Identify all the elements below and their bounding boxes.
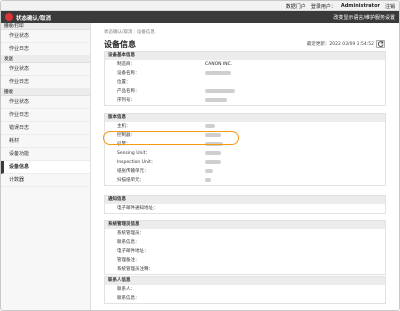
row-label: 制造商： [117, 62, 135, 67]
sidebar-item-error-log[interactable]: 错误日志 [1, 122, 90, 135]
sidebar-item-send-job-log[interactable]: 作业日志 [1, 76, 90, 89]
row-label: 纸张传输单元： [117, 169, 149, 174]
sidebar-item-device-info[interactable]: 设备信息 [1, 161, 90, 174]
panel-title: 系统管理员信息 [105, 221, 385, 229]
app-title: 状态确认/取消 [16, 16, 52, 22]
row-label: 联系人： [117, 287, 135, 292]
info-row: 纸张传输单元： [105, 167, 385, 176]
panel-device-basic-info: 设备基本信息 制造商： CANON INC. 设备名称： 位置： 产品名称： 序… [104, 51, 386, 106]
header-bar: 状态确认/取消 改变显示语言/维护服务设置 [1, 11, 399, 23]
row-label: 设备名称： [117, 71, 140, 76]
row-label: 电子邮件通知地址： [117, 206, 158, 211]
language-link[interactable]: 改变显示语言/维护服务设置 [333, 14, 395, 21]
info-row: 主机： [105, 122, 385, 131]
sidebar-item-receive-job-status[interactable]: 作业状态 [1, 96, 90, 109]
info-row: 联系信息： [105, 238, 385, 247]
row-value: CANON INC. [205, 62, 233, 67]
page-title: 设备信息 [104, 40, 136, 49]
row-value-redacted [205, 149, 221, 158]
row-label: 位置： [117, 80, 131, 85]
controller-highlight-ring [103, 131, 239, 145]
brand-logo-icon [5, 13, 13, 21]
refresh-button[interactable] [376, 40, 385, 48]
row-label: Sensing Unit： [117, 151, 150, 156]
sidebar-item-print-job-log[interactable]: 作业日志 [1, 43, 90, 56]
panel-title: 联系人信息 [105, 277, 385, 285]
info-row: 系统管理员注释： [105, 265, 385, 274]
row-label: Inspection Unit： [117, 160, 156, 165]
row-label: 系统管理员注释： [117, 267, 153, 272]
row-value-redacted [205, 176, 211, 185]
row-value-redacted [205, 167, 213, 176]
top-bar: 数据门户 登录用户： Administrator 注销 [1, 1, 399, 11]
refresh-icon [377, 41, 383, 47]
sidebar-item-device-features[interactable]: 设备功能 [1, 148, 90, 161]
row-value-redacted [205, 96, 227, 105]
row-value-redacted [205, 122, 215, 131]
row-value-redacted [205, 87, 235, 96]
row-value-redacted [205, 158, 221, 167]
sidebar-item-print-job-status[interactable]: 作业状态 [1, 30, 90, 43]
panel-contact-info: 联系人信息 联系人： 联系信息： [104, 276, 386, 304]
info-row: 管理备注： [105, 256, 385, 265]
panel-version-info: 版本信息 主机： 控制器： 引擎： Sensing Unit： Inspecti… [104, 113, 386, 186]
row-label: 管理备注： [117, 258, 140, 263]
panel-title: 设备基本信息 [105, 52, 385, 60]
app-window: 数据门户 登录用户： Administrator 注销 状态确认/取消 改变显示… [0, 0, 400, 311]
row-label: 联系信息： [117, 240, 140, 245]
info-row: 系统管理员： [105, 229, 385, 238]
row-label: 主机： [117, 124, 131, 129]
portal-link[interactable]: 数据门户 [286, 3, 306, 10]
info-row: 电子邮件地址： [105, 247, 385, 256]
last-updated-text: 最近更新：2022 03/09 1:54:52 [306, 42, 374, 47]
info-row: Inspection Unit： [105, 158, 385, 167]
row-label: 系统管理员： [117, 231, 144, 236]
panel-title: 版本信息 [105, 114, 385, 122]
breadcrumb: 状态确认/取消 : 设备信息 [104, 30, 155, 35]
info-row: 扫描纸单元： [105, 176, 385, 185]
sidebar: 接收/打印 作业状态 作业日志 发送 作业状态 作业日志 接收 作业状态 作业日… [1, 23, 91, 310]
sidebar-item-counter[interactable]: 计数器 [1, 174, 90, 187]
sidebar-section-title: 接收 [1, 89, 90, 96]
sidebar-item-send-job-status[interactable]: 作业状态 [1, 63, 90, 76]
info-row: 序列号： [105, 96, 385, 105]
info-row: 位置： [105, 78, 385, 87]
row-value-redacted [205, 69, 231, 78]
panel-title: 通知信息 [105, 196, 385, 204]
info-row: 电子邮件通知地址： [105, 204, 385, 213]
sidebar-item-consumables[interactable]: 耗材 [1, 135, 90, 148]
panel-notification-info: 通知信息 电子邮件通知地址： [104, 195, 386, 214]
row-label: 电子邮件地址： [117, 249, 149, 254]
row-label: 扫描纸单元： [117, 178, 144, 183]
info-row: 设备名称： [105, 69, 385, 78]
login-label: 登录用户： [310, 4, 336, 10]
info-row: 联系人： [105, 285, 385, 294]
logout-link[interactable]: 注销 [385, 3, 395, 10]
row-label: 序列号： [117, 98, 135, 103]
panel-admin-info: 系统管理员信息 系统管理员： 联系信息： 电子邮件地址： 管理备注： 系统管理员… [104, 220, 386, 275]
last-updated: 最近更新：2022 03/09 1:54:52 [307, 40, 385, 48]
sidebar-section-title: 接收/打印 [1, 23, 90, 30]
sidebar-item-receive-job-log[interactable]: 作业日志 [1, 109, 90, 122]
row-label: 联系信息： [117, 296, 140, 301]
sidebar-section-title: 发送 [1, 56, 90, 63]
main-content: 状态确认/取消 : 设备信息 设备信息 最近更新：2022 03/09 1:54… [92, 23, 399, 310]
info-row: 联系信息： [105, 294, 385, 303]
username: Administrator [340, 3, 380, 9]
info-row: 产品名称： [105, 87, 385, 96]
info-row: 制造商： CANON INC. [105, 60, 385, 69]
info-row: Sensing Unit： [105, 149, 385, 158]
row-label: 产品名称： [117, 89, 140, 94]
